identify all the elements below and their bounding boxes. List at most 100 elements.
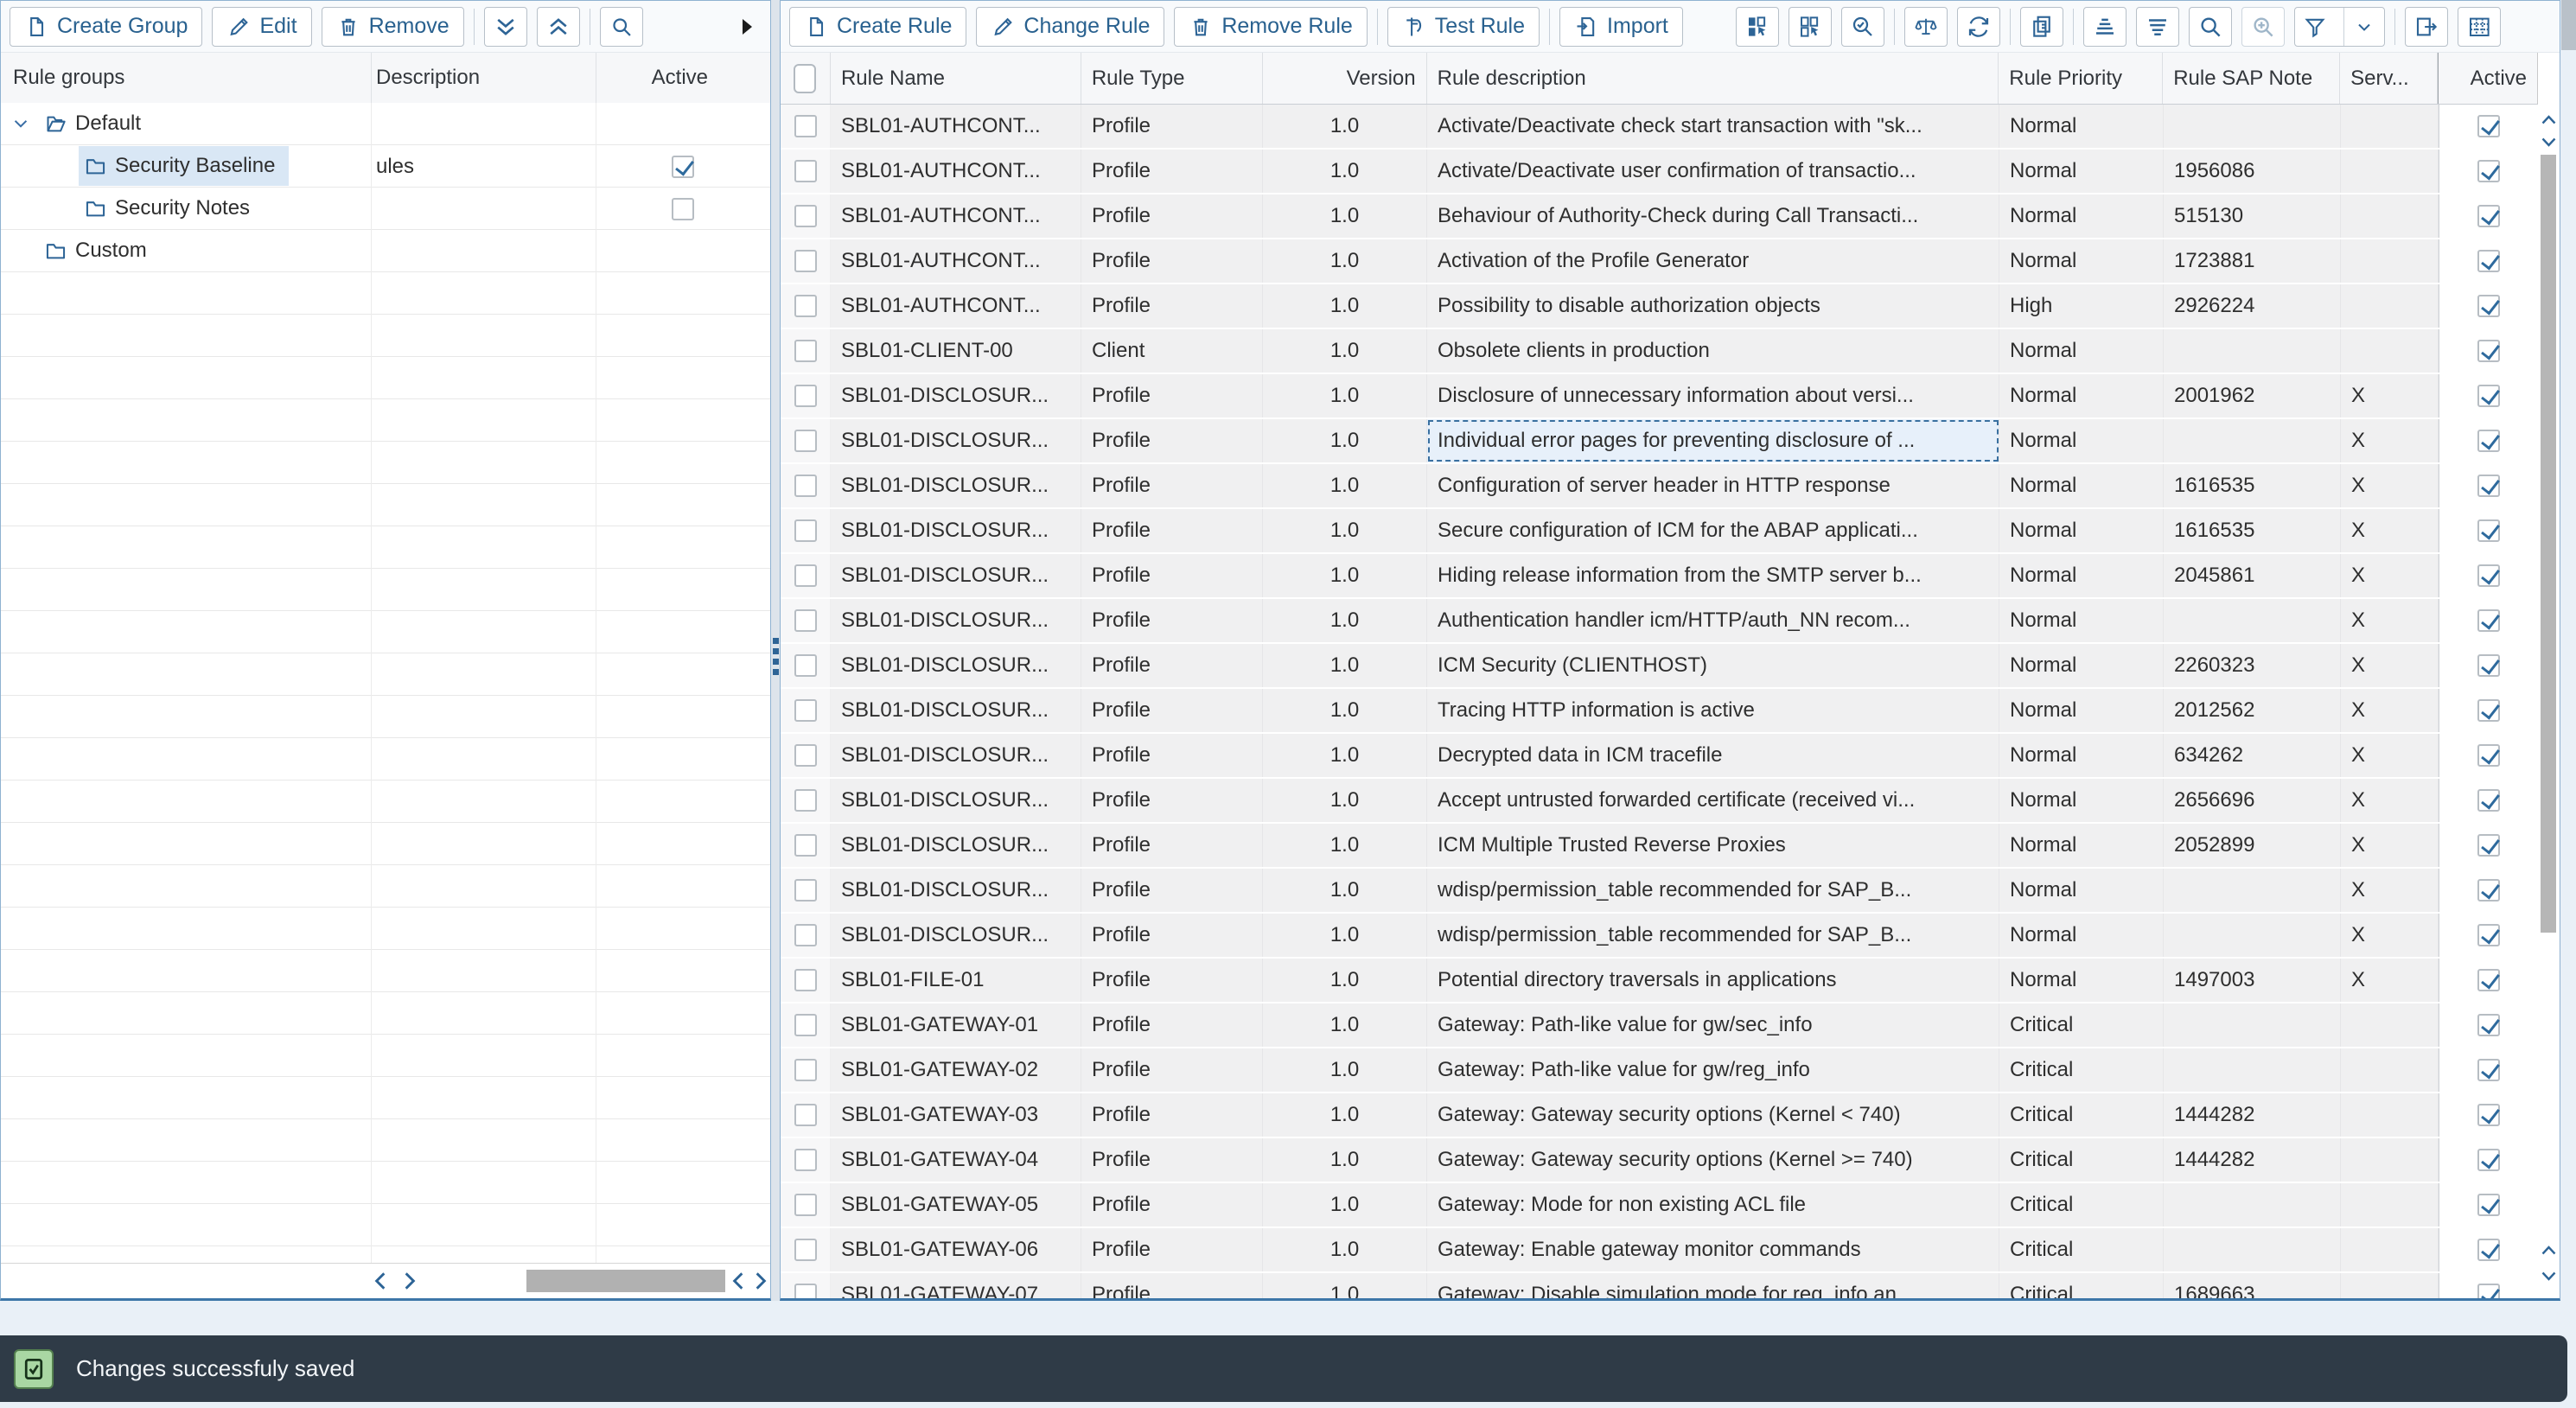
row-select-checkbox[interactable]: [794, 879, 817, 902]
expand-all-button[interactable]: [537, 7, 580, 47]
row-select-cell[interactable]: [781, 599, 831, 642]
scroll-right-icon[interactable]: [399, 1271, 419, 1296]
rule-active-checkbox[interactable]: [2477, 295, 2500, 317]
scroll-up-icon[interactable]: [2541, 113, 2557, 131]
rule-description-cell[interactable]: ICM Security (CLIENTHOST): [1427, 644, 1999, 687]
row-select-cell[interactable]: [781, 284, 831, 328]
rule-description-cell[interactable]: Activation of the Profile Generator: [1427, 239, 1999, 283]
rule-description-cell[interactable]: Obsolete clients in production: [1427, 329, 1999, 373]
filter-button[interactable]: [2295, 8, 2335, 46]
vertical-scrollbar-thumb[interactable]: [2541, 155, 2556, 933]
rule-active-checkbox[interactable]: [2477, 744, 2500, 767]
rule-description-cell[interactable]: Gateway: Mode for non existing ACL file: [1427, 1183, 1999, 1226]
row-select-checkbox[interactable]: [794, 699, 817, 722]
rule-description-cell[interactable]: Behaviour of Authority-Check during Call…: [1427, 194, 1999, 238]
change-rule-button[interactable]: Change Rule: [976, 7, 1164, 47]
row-select-checkbox[interactable]: [794, 834, 817, 857]
rule-row[interactable]: SBL01-DISCLOSUR...Profile1.0wdisp/permis…: [781, 869, 2538, 912]
find-next-button[interactable]: [2241, 7, 2285, 47]
rule-row[interactable]: SBL01-DISCLOSUR...Profile1.0Individual e…: [781, 419, 2538, 462]
rule-description-cell[interactable]: Gateway: Gateway security options (Kerne…: [1427, 1138, 1999, 1182]
rule-active-checkbox[interactable]: [2477, 654, 2500, 677]
tree-row-custom[interactable]: Custom: [1, 230, 770, 272]
scroll-left-icon[interactable]: [371, 1271, 392, 1296]
column-header-active[interactable]: Active: [596, 53, 770, 103]
scroll-right-icon[interactable]: [749, 1271, 770, 1296]
row-select-cell[interactable]: [781, 150, 831, 193]
rule-active-checkbox[interactable]: [2477, 1284, 2500, 1300]
rule-active-checkbox[interactable]: [2477, 834, 2500, 857]
column-header-rule-sap-note[interactable]: Rule SAP Note: [2163, 53, 2340, 104]
rule-description-cell[interactable]: Gateway: Enable gateway monitor commands: [1427, 1228, 1999, 1271]
scroll-left-icon[interactable]: [729, 1271, 749, 1296]
row-select-checkbox[interactable]: [794, 564, 817, 587]
row-select-cell[interactable]: [781, 105, 831, 148]
row-select-checkbox[interactable]: [794, 475, 817, 497]
rule-active-checkbox[interactable]: [2477, 205, 2500, 227]
rule-row[interactable]: SBL01-DISCLOSUR...Profile1.0ICM Security…: [781, 644, 2538, 687]
rule-active-checkbox[interactable]: [2477, 519, 2500, 542]
tree-row-default[interactable]: Default: [1, 103, 770, 145]
rule-row[interactable]: SBL01-GATEWAY-05Profile1.0Gateway: Mode …: [781, 1183, 2538, 1226]
row-select-cell[interactable]: [781, 554, 831, 597]
rule-active-checkbox[interactable]: [2477, 1104, 2500, 1126]
row-select-checkbox[interactable]: [794, 1059, 817, 1081]
compare-button[interactable]: [1904, 7, 1948, 47]
scroll-down-icon[interactable]: [2541, 1270, 2557, 1287]
search-groups-button[interactable]: [600, 7, 643, 47]
rule-row[interactable]: SBL01-DISCLOSUR...Profile1.0Authenticati…: [781, 599, 2538, 642]
scroll-up-icon[interactable]: [2541, 1244, 2557, 1261]
refresh-button[interactable]: [1957, 7, 2000, 47]
row-select-cell[interactable]: [781, 374, 831, 417]
rule-description-cell[interactable]: Accept untrusted forwarded certificate (…: [1427, 779, 1999, 822]
row-select-checkbox[interactable]: [794, 744, 817, 767]
sort-ascending-button[interactable]: [2083, 7, 2126, 47]
rule-description-cell[interactable]: wdisp/permission_table recommended for S…: [1427, 869, 1999, 912]
row-select-checkbox[interactable]: [794, 789, 817, 812]
rule-row[interactable]: SBL01-DISCLOSUR...Profile1.0Secure confi…: [781, 509, 2538, 552]
export-button[interactable]: [2405, 7, 2448, 47]
panel-splitter[interactable]: [771, 0, 780, 1301]
toolbar-overflow-button[interactable]: [732, 7, 762, 47]
rule-active-checkbox[interactable]: [2477, 250, 2500, 272]
rule-row[interactable]: SBL01-GATEWAY-04Profile1.0Gateway: Gatew…: [781, 1138, 2538, 1182]
row-select-checkbox[interactable]: [794, 969, 817, 991]
rule-active-checkbox[interactable]: [2477, 1149, 2500, 1171]
row-select-cell[interactable]: [781, 1138, 831, 1182]
rule-description-cell[interactable]: wdisp/permission_table recommended for S…: [1427, 914, 1999, 957]
row-select-checkbox[interactable]: [794, 654, 817, 677]
row-select-cell[interactable]: [781, 914, 831, 957]
rule-description-cell[interactable]: Disclosure of unnecessary information ab…: [1427, 374, 1999, 417]
rule-row[interactable]: SBL01-DISCLOSUR...Profile1.0wdisp/permis…: [781, 914, 2538, 957]
column-header-description[interactable]: Description: [376, 53, 480, 103]
row-select-cell[interactable]: [781, 1093, 831, 1137]
row-select-checkbox[interactable]: [794, 1239, 817, 1261]
row-select-checkbox[interactable]: [794, 115, 817, 137]
column-header-version[interactable]: Version: [1263, 53, 1427, 104]
rule-row[interactable]: SBL01-GATEWAY-01Profile1.0Gateway: Path-…: [781, 1003, 2538, 1047]
rule-description-cell[interactable]: Authentication handler icm/HTTP/auth_NN …: [1427, 599, 1999, 642]
row-select-checkbox[interactable]: [794, 430, 817, 452]
tree-node-label[interactable]: Security Notes: [79, 188, 264, 228]
check-search-button[interactable]: [1841, 7, 1884, 47]
rule-description-cell[interactable]: Decrypted data in ICM tracefile: [1427, 734, 1999, 777]
create-rule-button[interactable]: Create Rule: [789, 7, 966, 47]
find-button[interactable]: [2189, 7, 2232, 47]
row-select-checkbox[interactable]: [794, 1194, 817, 1216]
filter-split-button[interactable]: [2294, 7, 2385, 47]
deselect-all-button[interactable]: [1789, 7, 1832, 47]
row-select-cell[interactable]: [781, 1183, 831, 1226]
rule-active-checkbox[interactable]: [2477, 115, 2500, 137]
column-header-rule-description[interactable]: Rule description: [1427, 53, 1999, 104]
rule-active-checkbox[interactable]: [2477, 564, 2500, 587]
row-select-cell[interactable]: [781, 194, 831, 238]
row-select-checkbox[interactable]: [794, 160, 817, 182]
row-select-checkbox[interactable]: [794, 609, 817, 632]
rule-active-checkbox[interactable]: [2477, 1014, 2500, 1036]
tree-row-security-notes[interactable]: Security Notes: [1, 188, 770, 230]
table-view-button[interactable]: [2458, 7, 2501, 47]
rule-row[interactable]: SBL01-DISCLOSUR...Profile1.0Decrypted da…: [781, 734, 2538, 777]
horizontal-scrollbar-thumb[interactable]: [526, 1270, 725, 1292]
row-select-checkbox[interactable]: [794, 340, 817, 362]
row-select-checkbox[interactable]: [794, 1014, 817, 1036]
